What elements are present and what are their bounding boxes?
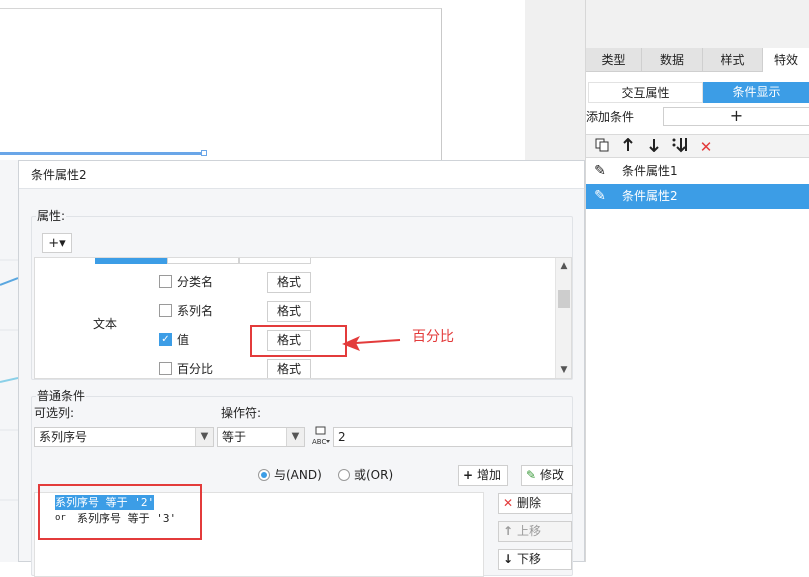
annotation-text: 百分比	[412, 329, 454, 345]
modify-icon: ✎	[525, 468, 537, 482]
tab-effects[interactable]: 特效	[763, 48, 809, 72]
move-up-label: 上移	[517, 524, 542, 538]
percent-checkbox[interactable]	[159, 362, 172, 375]
value-checkbox[interactable]: ✓	[159, 333, 172, 346]
arrow-down-icon: ↓	[502, 552, 514, 566]
property-list-scrollbar[interactable]: ▲ ▼	[555, 258, 571, 378]
and-radio[interactable]	[258, 469, 270, 481]
add-property-button[interactable]: +▾	[42, 233, 72, 253]
scroll-thumb[interactable]	[558, 290, 570, 308]
ordinary-conditions-title: 普通条件	[36, 388, 87, 404]
format-button[interactable]: 格式	[267, 272, 311, 293]
arrow-up-icon: ↑	[502, 524, 514, 538]
condition-item-label: 条件属性1	[622, 164, 678, 178]
property-subtab[interactable]	[167, 258, 239, 264]
property-panel: 类型 数据 样式 特效 交互属性 条件显示 添加条件 + ✕ ✎ 条件属性1 ✎…	[585, 0, 809, 562]
text-property-label: 文本	[93, 317, 118, 331]
move-down-label: 下移	[517, 552, 542, 566]
chevron-down-icon: ▼	[286, 428, 304, 446]
option-label: 值	[177, 333, 190, 347]
resize-handle[interactable]	[201, 150, 207, 156]
delete-x-icon: ✕	[502, 496, 514, 510]
edit-pencil-icon: ✎	[594, 163, 606, 179]
column-label: 可选列:	[34, 406, 75, 420]
subtab-condition-display[interactable]: 条件显示	[703, 82, 809, 103]
property-subtab[interactable]	[239, 258, 311, 264]
copy-icon[interactable]	[592, 137, 612, 157]
scroll-up-icon[interactable]: ▲	[556, 258, 571, 274]
tab-style[interactable]: 样式	[703, 48, 763, 72]
condition-item[interactable]: ✎ 条件属性1	[586, 159, 809, 184]
move-up-icon[interactable]	[618, 137, 638, 157]
delete-icon[interactable]: ✕	[696, 137, 716, 157]
plus-icon: +	[462, 468, 474, 482]
annotation-box-conditions	[38, 484, 202, 540]
delete-button-label: 删除	[517, 496, 542, 510]
move-down-button[interactable]: ↓ 下移	[498, 549, 572, 570]
panel-header-area	[586, 0, 809, 48]
annotation-arrow-icon	[340, 332, 402, 354]
chart-line-fragments	[0, 259, 19, 501]
condition-item-selected[interactable]: ✎ 条件属性2	[586, 184, 809, 209]
and-label: 与(AND)	[274, 468, 322, 482]
scroll-down-icon[interactable]: ▼	[556, 362, 571, 378]
effects-subtabs: 交互属性 条件显示	[586, 82, 809, 103]
property-list: 文本 分类名 格式 系列名 格式 ✓ 值 格式 百分比 格式 ▲ ▼	[34, 257, 572, 379]
condition-value-input[interactable]: 2	[333, 427, 572, 447]
formula-type-icon[interactable]: ABC	[310, 426, 332, 448]
chart-frame	[0, 8, 442, 160]
modify-button[interactable]: ✎ 修改	[521, 465, 573, 486]
or-label: 或(OR)	[354, 468, 394, 482]
dialog-title: 条件属性2	[31, 168, 87, 182]
chevron-down-icon: ▼	[195, 428, 213, 446]
condition-toolbar: ✕	[586, 134, 809, 158]
add-condition-line-button[interactable]: + 增加	[458, 465, 508, 486]
column-select-value: 系列序号	[39, 430, 88, 444]
or-radio[interactable]	[338, 469, 350, 481]
format-button[interactable]: 格式	[267, 359, 311, 378]
option-label: 系列名	[177, 304, 214, 318]
option-label: 百分比	[177, 362, 214, 376]
property-tabs: 类型 数据 样式 特效	[586, 48, 809, 72]
add-button-label: 增加	[477, 468, 502, 482]
add-condition-label: 添加条件	[586, 110, 635, 124]
tab-type[interactable]: 类型	[586, 48, 642, 72]
annotation-box-format	[250, 325, 347, 357]
chart-selection-edge	[0, 152, 205, 155]
add-property-button-label: +▾	[48, 236, 66, 251]
move-bottom-icon[interactable]	[670, 137, 690, 157]
category-name-checkbox[interactable]	[159, 275, 172, 288]
operator-select[interactable]: 等于 ▼	[217, 427, 305, 447]
property-subtab[interactable]	[95, 258, 167, 264]
add-condition-button[interactable]: +	[663, 107, 809, 126]
subtab-interaction[interactable]: 交互属性	[588, 82, 703, 103]
format-button[interactable]: 格式	[267, 301, 311, 322]
canvas-gutter	[525, 0, 585, 160]
tab-data[interactable]: 数据	[642, 48, 703, 72]
properties-group-title: 属性:	[36, 208, 67, 224]
column-select[interactable]: 系列序号 ▼	[34, 427, 214, 447]
edit-pencil-icon: ✎	[594, 188, 606, 204]
condition-item-label: 条件属性2	[622, 189, 678, 203]
property-subtabs-cut	[95, 258, 315, 264]
svg-text:ABC: ABC	[312, 438, 326, 446]
series-name-checkbox[interactable]	[159, 304, 172, 317]
move-down-icon[interactable]	[644, 137, 664, 157]
modify-button-label: 修改	[540, 468, 565, 482]
delete-button[interactable]: ✕ 删除	[498, 493, 572, 514]
dialog-titlebar[interactable]: 条件属性2	[19, 161, 584, 189]
option-label: 分类名	[177, 275, 214, 289]
chart-canvas-left-edge	[0, 160, 19, 562]
operator-select-value: 等于	[222, 430, 247, 444]
operator-label: 操作符:	[221, 406, 262, 420]
move-up-button[interactable]: ↑ 上移	[498, 521, 572, 542]
